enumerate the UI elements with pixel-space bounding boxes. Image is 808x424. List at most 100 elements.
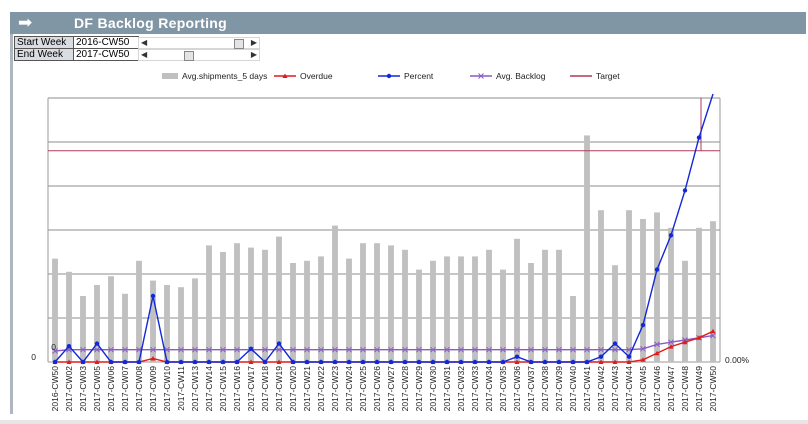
x-tick-label: 2017-CW25 xyxy=(358,366,368,412)
percent-point xyxy=(346,359,352,365)
percent-point xyxy=(570,359,576,365)
percent-point xyxy=(66,343,72,349)
percent-point xyxy=(80,359,86,365)
right-arrow-icon[interactable]: ➡ xyxy=(18,14,32,32)
percent-point xyxy=(374,359,380,365)
bar xyxy=(262,249,268,362)
x-tick-label: 2017-CW21 xyxy=(302,366,312,412)
x-tick-label: 2017-CW46 xyxy=(652,366,662,412)
end-week-label: End Week xyxy=(14,48,74,61)
start-week-row: Start Week 2016-CW50 xyxy=(14,36,139,49)
x-tick-label: 2017-CW14 xyxy=(204,366,214,412)
x-tick-label: 2017-CW16 xyxy=(232,366,242,412)
x-tick-label: 2017-CW39 xyxy=(554,366,564,412)
x-tick-label: 2017-CW35 xyxy=(498,366,508,412)
end-week-value[interactable]: 2017-CW50 xyxy=(73,48,139,61)
x-tick-label: 2017-CW29 xyxy=(414,366,424,412)
percent-point xyxy=(52,359,58,365)
bar xyxy=(206,245,212,362)
start-week-slider-thumb[interactable] xyxy=(233,39,244,49)
legend-label: Target xyxy=(596,71,620,81)
percent-point xyxy=(318,359,324,365)
percent-point xyxy=(206,359,212,365)
y-left-tick-label: 0 xyxy=(51,342,56,352)
x-tick-label: 2017-CW50 xyxy=(708,366,718,412)
percent-point xyxy=(472,359,478,365)
bar xyxy=(402,249,408,362)
percent-point xyxy=(122,359,128,365)
legend-swatch-marker xyxy=(386,73,392,79)
y-right-tick-label: 0.00% xyxy=(725,355,750,365)
percent-point xyxy=(234,359,240,365)
x-tick-label: 2017-CW30 xyxy=(428,366,438,412)
bar xyxy=(136,260,142,362)
x-tick-label: 2017-CW07 xyxy=(120,366,130,412)
x-tick-label: 2017-CW49 xyxy=(694,366,704,412)
backlog-chart: 2016-CW50 2017-CW02 2017-CW03 2017-CW05 2017… xyxy=(31,71,750,412)
start-week-value[interactable]: 2016-CW50 xyxy=(73,36,139,49)
end-week-row: End Week 2017-CW50 xyxy=(14,48,139,61)
bar xyxy=(234,243,240,362)
percent-point xyxy=(262,359,268,365)
slider-left-arrow-icon[interactable]: ◀ xyxy=(141,49,147,61)
percent-point xyxy=(598,354,604,359)
legend-swatch-bar xyxy=(162,73,178,79)
x-tick-label: 2017-CW38 xyxy=(540,366,550,412)
percent-point xyxy=(458,359,464,365)
x-tick-label: 2017-CW20 xyxy=(288,366,298,412)
legend-label: Percent xyxy=(404,71,434,81)
slider-right-arrow-icon[interactable]: ▶ xyxy=(251,37,257,49)
percent-point xyxy=(584,359,590,365)
percent-point xyxy=(108,359,114,365)
x-tick-label: 2017-CW06 xyxy=(106,366,116,412)
x-tick-label: 2017-CW32 xyxy=(456,366,466,412)
percent-point xyxy=(304,359,310,365)
bar xyxy=(486,249,492,362)
bar xyxy=(710,221,716,362)
percent-point xyxy=(696,135,702,140)
start-week-slider[interactable]: ◀ ▶ xyxy=(138,37,260,49)
bar xyxy=(360,243,366,362)
percent-point xyxy=(682,188,688,193)
percent-point xyxy=(654,267,660,272)
slider-left-arrow-icon[interactable]: ◀ xyxy=(141,37,147,49)
percent-point xyxy=(612,341,618,346)
bar xyxy=(542,249,548,362)
bar xyxy=(598,210,604,362)
x-tick-label: 2017-CW40 xyxy=(568,366,578,412)
bar xyxy=(374,243,380,362)
percent-point xyxy=(178,359,184,365)
percent-point xyxy=(542,359,548,365)
bar xyxy=(178,287,184,362)
left-border xyxy=(10,34,13,414)
report-header: ➡ DF Backlog Reporting xyxy=(10,12,806,34)
percent-point xyxy=(150,293,156,299)
x-tick-label: 2017-CW22 xyxy=(316,366,326,412)
bar xyxy=(458,256,464,362)
percent-point xyxy=(430,359,436,365)
end-week-slider[interactable]: ◀ ▶ xyxy=(138,49,260,61)
x-tick-label: 2017-CW13 xyxy=(190,366,200,412)
percent-point xyxy=(556,359,562,365)
end-week-slider-thumb[interactable] xyxy=(183,51,194,61)
x-tick-label: 2017-CW18 xyxy=(260,366,270,412)
x-tick-label: 2017-CW28 xyxy=(400,366,410,412)
percent-point xyxy=(290,359,296,365)
x-tick-label: 2017-CW05 xyxy=(92,366,102,412)
percent-point xyxy=(500,359,506,365)
slider-right-arrow-icon[interactable]: ▶ xyxy=(251,49,257,61)
x-tick-label: 2017-CW45 xyxy=(638,366,648,412)
x-tick-label: 2017-CW09 xyxy=(148,366,158,412)
bar xyxy=(318,256,324,362)
x-tick-label: 2017-CW43 xyxy=(610,366,620,412)
bar xyxy=(472,256,478,362)
x-tick-label: 2017-CW44 xyxy=(624,366,634,412)
page-title: DF Backlog Reporting xyxy=(74,15,228,31)
x-tick-label: 2017-CW11 xyxy=(176,366,186,411)
bar xyxy=(248,247,254,362)
percent-point xyxy=(402,359,408,365)
bar xyxy=(220,252,226,362)
percent-point xyxy=(192,359,198,365)
x-tick-label: 2017-CW26 xyxy=(372,366,382,412)
percent-point xyxy=(136,359,142,365)
